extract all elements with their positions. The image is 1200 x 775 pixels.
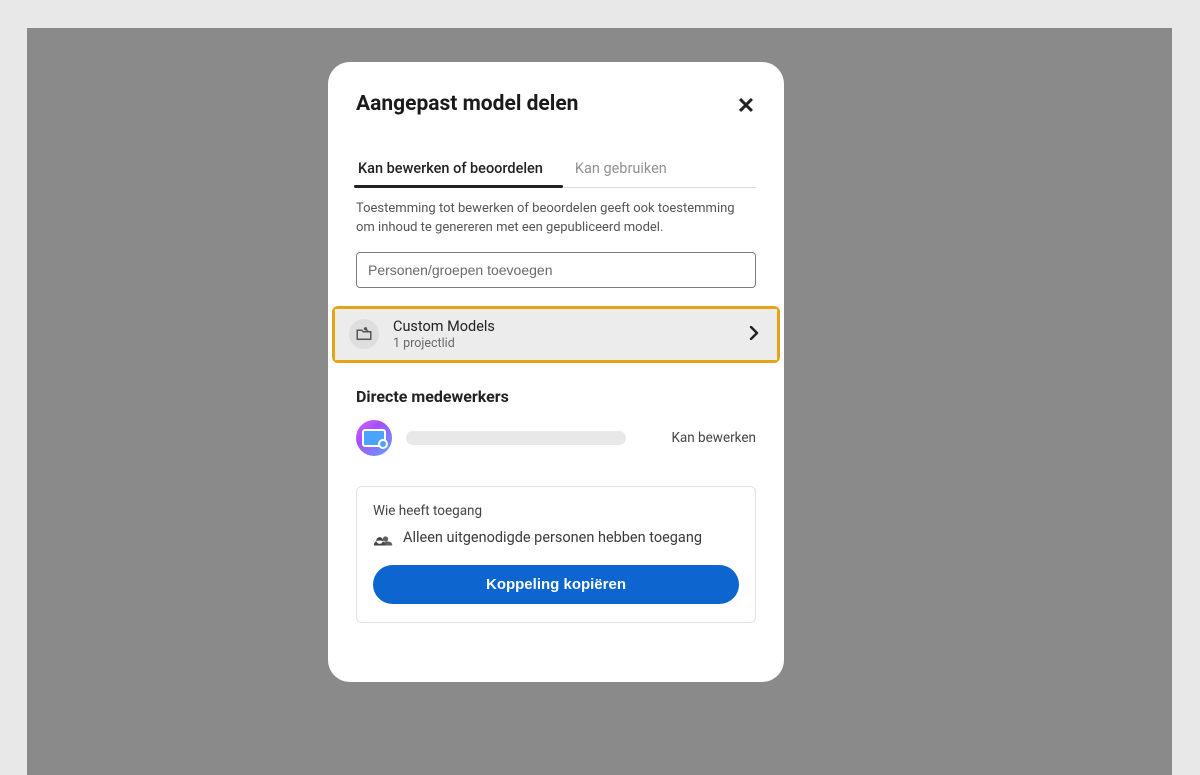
collaborator-row: Kan bewerken — [356, 420, 756, 456]
project-member-count: 1 projectlid — [393, 336, 749, 351]
add-people-input[interactable] — [356, 252, 756, 288]
collaborator-name-placeholder — [406, 431, 626, 445]
folder-icon — [349, 319, 379, 349]
project-row-highlight: Custom Models 1 projectlid — [332, 306, 780, 363]
avatar-graphic-icon — [362, 429, 386, 447]
project-text: Custom Models 1 projectlid — [393, 318, 749, 351]
modal-body: Aangepast model delen ✕ Kan bewerken of … — [328, 62, 784, 682]
access-panel: Wie heeft toegang Alleen uitgenodigde pe… — [356, 486, 756, 623]
copy-link-button[interactable]: Koppeling kopiëren — [373, 565, 739, 604]
permission-help-text: Toestemming tot bewerken of beoordelen g… — [356, 200, 756, 238]
share-modal: Aangepast model delen ✕ Kan bewerken of … — [328, 62, 784, 682]
chevron-right-icon — [749, 325, 763, 344]
close-icon: ✕ — [737, 93, 755, 118]
permission-tabs: Kan bewerken of beoordelen Kan gebruiken — [356, 148, 756, 188]
access-title: Wie heeft toegang — [373, 503, 739, 519]
avatar — [356, 420, 392, 456]
close-button[interactable]: ✕ — [730, 90, 762, 122]
direct-collaborators-heading: Directe medewerkers — [356, 387, 756, 406]
collaborator-permission[interactable]: Kan bewerken — [671, 430, 756, 446]
access-description: Alleen uitgenodigde personen hebben toeg… — [403, 529, 702, 546]
project-row[interactable]: Custom Models 1 projectlid — [335, 309, 777, 360]
people-icon — [373, 529, 393, 547]
page-root: Aangepast model delen ✕ Kan bewerken of … — [0, 0, 1200, 775]
modal-title: Aangepast model delen — [356, 92, 756, 142]
tab-can-edit-review[interactable]: Kan bewerken of beoordelen — [356, 148, 557, 187]
tab-can-use[interactable]: Kan gebruiken — [569, 148, 681, 187]
access-description-row: Alleen uitgenodigde personen hebben toeg… — [373, 529, 739, 547]
project-name: Custom Models — [393, 318, 749, 336]
